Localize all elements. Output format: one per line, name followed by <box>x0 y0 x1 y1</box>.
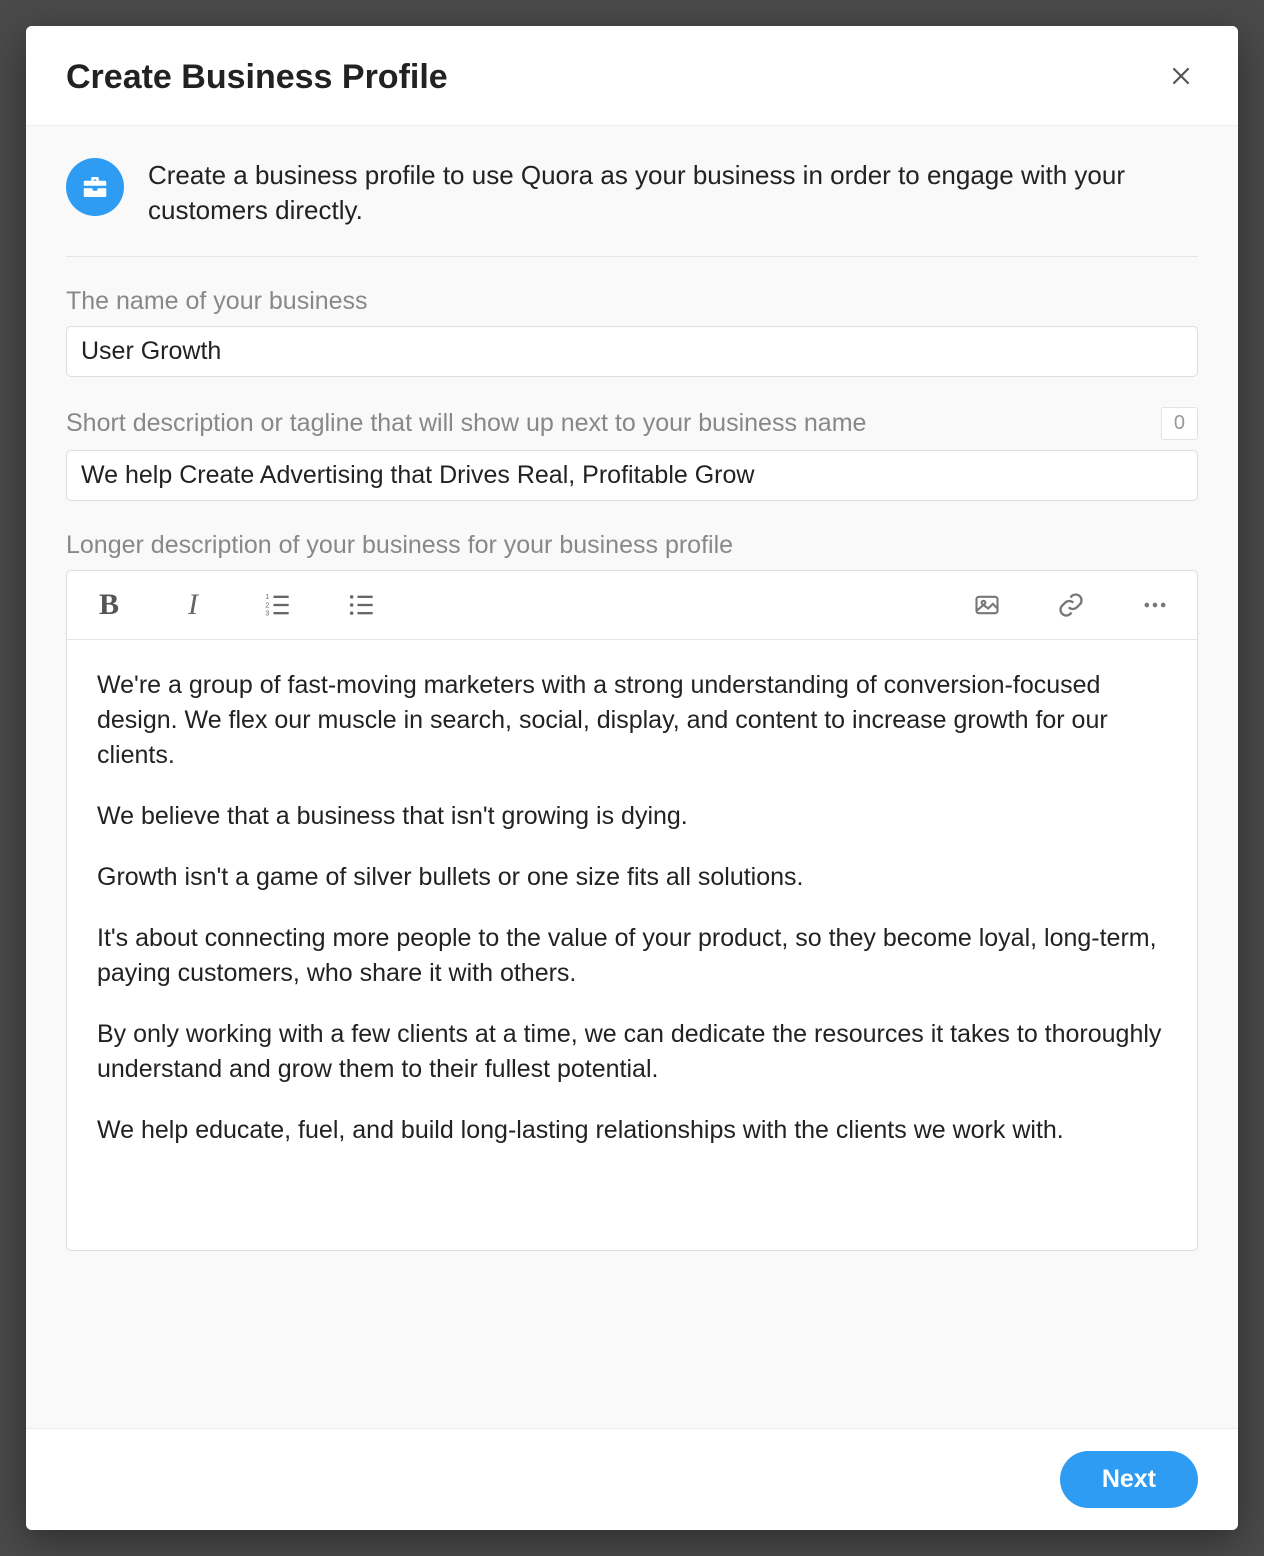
next-button[interactable]: Next <box>1060 1451 1198 1508</box>
create-business-profile-modal: Create Business Profile Create a busines… <box>26 26 1238 1530</box>
more-options-button[interactable] <box>1137 587 1173 623</box>
tagline-label: Short description or tagline that will s… <box>66 409 866 438</box>
description-field: Longer description of your business for … <box>66 531 1198 1251</box>
tagline-input[interactable] <box>66 450 1198 501</box>
link-button[interactable] <box>1053 587 1089 623</box>
description-paragraph: Growth isn't a game of silver bullets or… <box>97 860 1167 895</box>
description-paragraph: We help educate, fuel, and build long-la… <box>97 1113 1167 1148</box>
link-icon <box>1057 591 1085 619</box>
briefcase-icon <box>66 158 124 216</box>
tagline-field: Short description or tagline that will s… <box>66 407 1198 501</box>
description-label: Longer description of your business for … <box>66 531 1198 560</box>
description-paragraph: By only working with a few clients at a … <box>97 1017 1167 1087</box>
tagline-char-counter: 0 <box>1161 407 1198 440</box>
italic-button[interactable]: I <box>175 587 211 623</box>
modal-body[interactable]: Create a business profile to use Quora a… <box>26 126 1238 1428</box>
description-paragraph: It's about connecting more people to the… <box>97 921 1167 991</box>
unordered-list-button[interactable] <box>343 587 379 623</box>
description-textarea[interactable]: We're a group of fast-moving marketers w… <box>67 640 1197 1250</box>
business-name-input[interactable] <box>66 326 1198 377</box>
ordered-list-button[interactable]: 1 23 <box>259 587 295 623</box>
italic-icon: I <box>188 588 198 622</box>
tagline-label-row: Short description or tagline that will s… <box>66 407 1198 440</box>
svg-text:2: 2 <box>265 603 269 610</box>
svg-text:3: 3 <box>265 611 269 618</box>
rich-text-editor: B I 1 23 <box>66 570 1198 1251</box>
bold-icon: B <box>99 588 119 622</box>
close-button[interactable] <box>1164 59 1198 96</box>
modal-header: Create Business Profile <box>26 26 1238 126</box>
unordered-list-icon <box>347 591 375 619</box>
more-options-icon <box>1141 591 1169 619</box>
description-paragraph: We're a group of fast-moving marketers w… <box>97 668 1167 773</box>
svg-text:1: 1 <box>265 594 269 601</box>
modal-footer: Next <box>26 1428 1238 1530</box>
editor-toolbar: B I 1 23 <box>67 571 1197 640</box>
business-name-label: The name of your business <box>66 287 1198 316</box>
intro-section: Create a business profile to use Quora a… <box>66 126 1198 257</box>
image-button[interactable] <box>969 587 1005 623</box>
intro-text: Create a business profile to use Quora a… <box>148 158 1198 228</box>
business-name-field: The name of your business <box>66 287 1198 377</box>
bold-button[interactable]: B <box>91 587 127 623</box>
modal-title: Create Business Profile <box>66 58 448 97</box>
image-icon <box>973 591 1001 619</box>
description-paragraph: We believe that a business that isn't gr… <box>97 799 1167 834</box>
ordered-list-icon: 1 23 <box>263 591 291 619</box>
close-icon <box>1168 63 1194 89</box>
